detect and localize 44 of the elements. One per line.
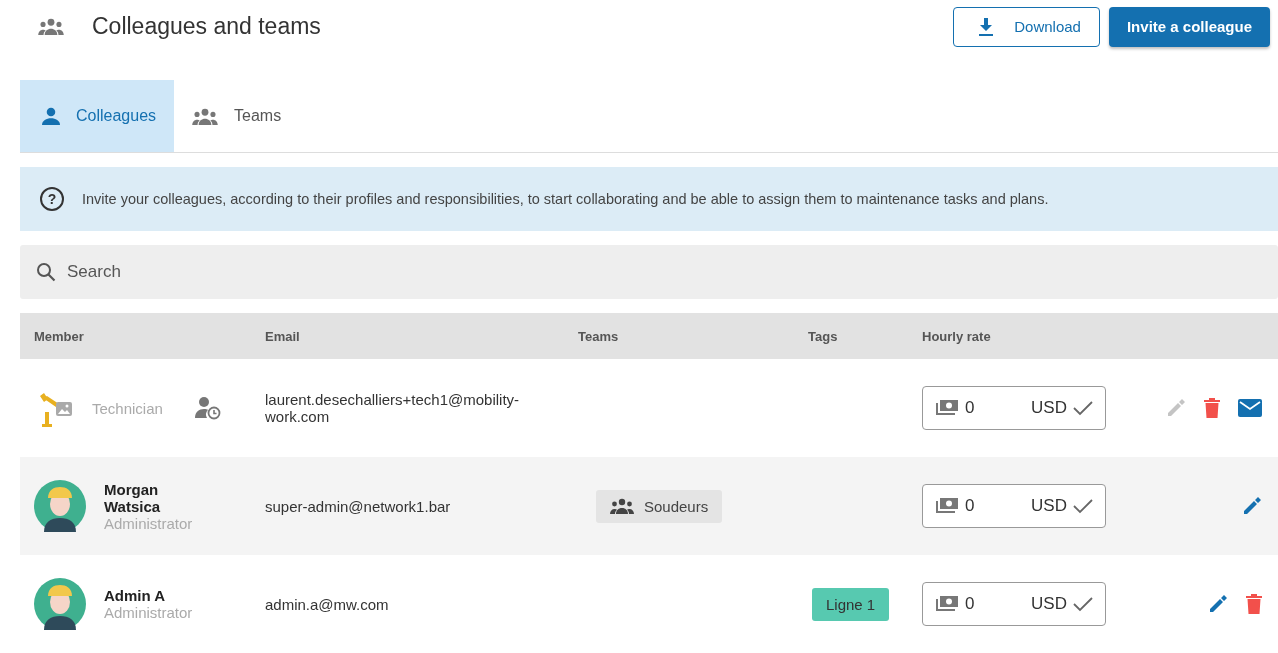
- email-text: admin.a@mw.com: [265, 595, 390, 613]
- info-text: Invite your colleagues, according to their profiles and responsibilities, to start collaborating and be able to assign them to maintenance tasks and plans.: [82, 191, 1049, 207]
- check-icon: [1073, 400, 1093, 416]
- delete-icon[interactable]: [1246, 594, 1262, 614]
- hourly-rate-field[interactable]: 0 USD: [922, 484, 1106, 528]
- edit-icon[interactable]: [1208, 594, 1228, 614]
- money-icon: [935, 399, 959, 417]
- email-text: laurent.desechalliers+tech1@mobility-work.com: [265, 391, 521, 425]
- tab[interactable]: Teams: [174, 80, 300, 152]
- download-button[interactable]: Download: [953, 6, 1100, 47]
- member-name: Morgan Watsica: [104, 480, 162, 515]
- person-icon: [42, 107, 60, 125]
- check-icon: [1073, 596, 1093, 612]
- hourly-rate-field[interactable]: 0 USD: [922, 582, 1106, 626]
- column-header: Tags: [808, 328, 839, 344]
- edit-icon[interactable]: [1242, 496, 1262, 516]
- download-icon: [978, 17, 995, 36]
- money-icon: [935, 595, 959, 613]
- email-text: super-admin@network1.bar: [265, 497, 452, 515]
- tag-chip: Ligne 1: [812, 587, 890, 621]
- column-header: Hourly rate: [922, 328, 992, 344]
- tab[interactable]: Colleagues: [20, 80, 175, 152]
- group-icon: [192, 107, 219, 125]
- column-header: Email: [265, 328, 301, 344]
- help-icon: ?: [40, 187, 64, 211]
- group-icon: [610, 498, 634, 514]
- page-title: Colleagues and teams: [92, 13, 321, 40]
- avatar-icon: [34, 578, 86, 630]
- search-input[interactable]: Search: [65, 261, 1262, 283]
- avatar-icon: [34, 480, 86, 532]
- check-icon: [1073, 498, 1093, 514]
- column-header: Teams: [578, 328, 620, 344]
- mail-icon[interactable]: [1238, 399, 1262, 417]
- member-role: Technician: [92, 399, 164, 417]
- team-chip: Soudeurs: [596, 489, 723, 523]
- invite-button[interactable]: Invite a colleague: [1108, 6, 1270, 47]
- member-name: Admin A: [104, 587, 167, 604]
- search-icon: [36, 262, 56, 282]
- delete-icon[interactable]: [1204, 398, 1220, 418]
- search-field[interactable]: Search: [20, 245, 1278, 299]
- column-header: Member: [33, 328, 85, 344]
- money-icon: [935, 497, 959, 515]
- group-icon: [38, 18, 64, 35]
- hourly-rate-field[interactable]: 0 USD: [922, 386, 1106, 430]
